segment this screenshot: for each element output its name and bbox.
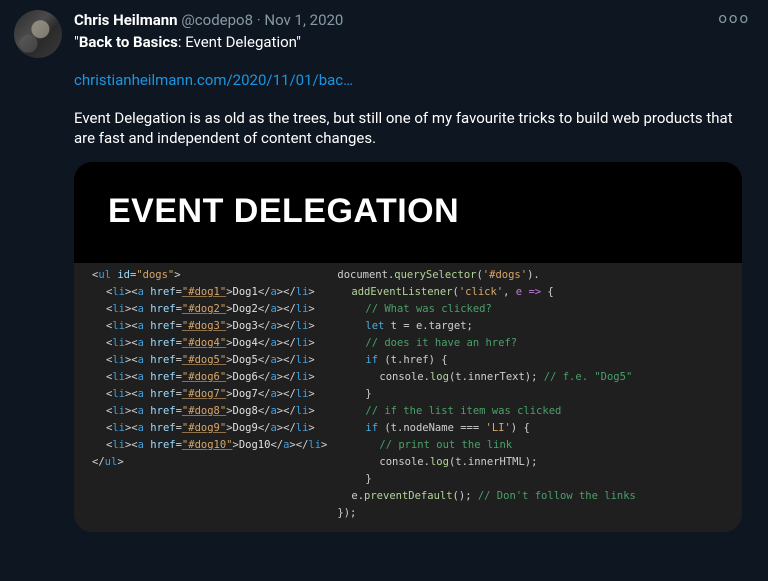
code-block-js: document.querySelector('#dogs'). addEven…	[337, 267, 734, 522]
tweet-link-line: christianheilmann.com/2020/11/01/bac…	[74, 70, 754, 90]
tweet-date: Nov 1, 2020	[264, 11, 343, 29]
tweet-container: Chris Heilmann @codepo8 · Nov 1, 2020 oo…	[0, 0, 768, 532]
author-display-name: Chris Heilmann	[74, 11, 178, 29]
embedded-image-card[interactable]: EVENT DELEGATION <ul id="dogs"> <li><a h…	[74, 162, 742, 532]
title-rest: : Event Delegation"	[178, 33, 301, 51]
tweet-text: Event Delegation is as old as the trees,…	[74, 108, 754, 148]
author-separator: ·	[253, 11, 264, 29]
author-handle: @codepo8	[181, 11, 253, 29]
author-line[interactable]: Chris Heilmann @codepo8 · Nov 1, 2020	[74, 10, 343, 30]
tweet-body-column: Chris Heilmann @codepo8 · Nov 1, 2020 oo…	[74, 10, 754, 532]
code-area: <ul id="dogs"> <li><a href="#dog1">Dog1<…	[74, 263, 742, 532]
title-bold-part: Back to Basics	[79, 33, 178, 51]
external-link[interactable]: christianheilmann.com/2020/11/01/bac…	[74, 71, 353, 89]
tweet-header: Chris Heilmann @codepo8 · Nov 1, 2020 oo…	[74, 10, 754, 30]
card-hero-title: EVENT DELEGATION	[74, 162, 742, 263]
code-block-html: <ul id="dogs"> <li><a href="#dog1">Dog1<…	[92, 267, 327, 522]
more-options-button[interactable]: ooo	[714, 10, 754, 26]
avatar[interactable]	[14, 10, 62, 58]
tweet-title: "Back to Basics: Event Delegation"	[74, 32, 754, 52]
